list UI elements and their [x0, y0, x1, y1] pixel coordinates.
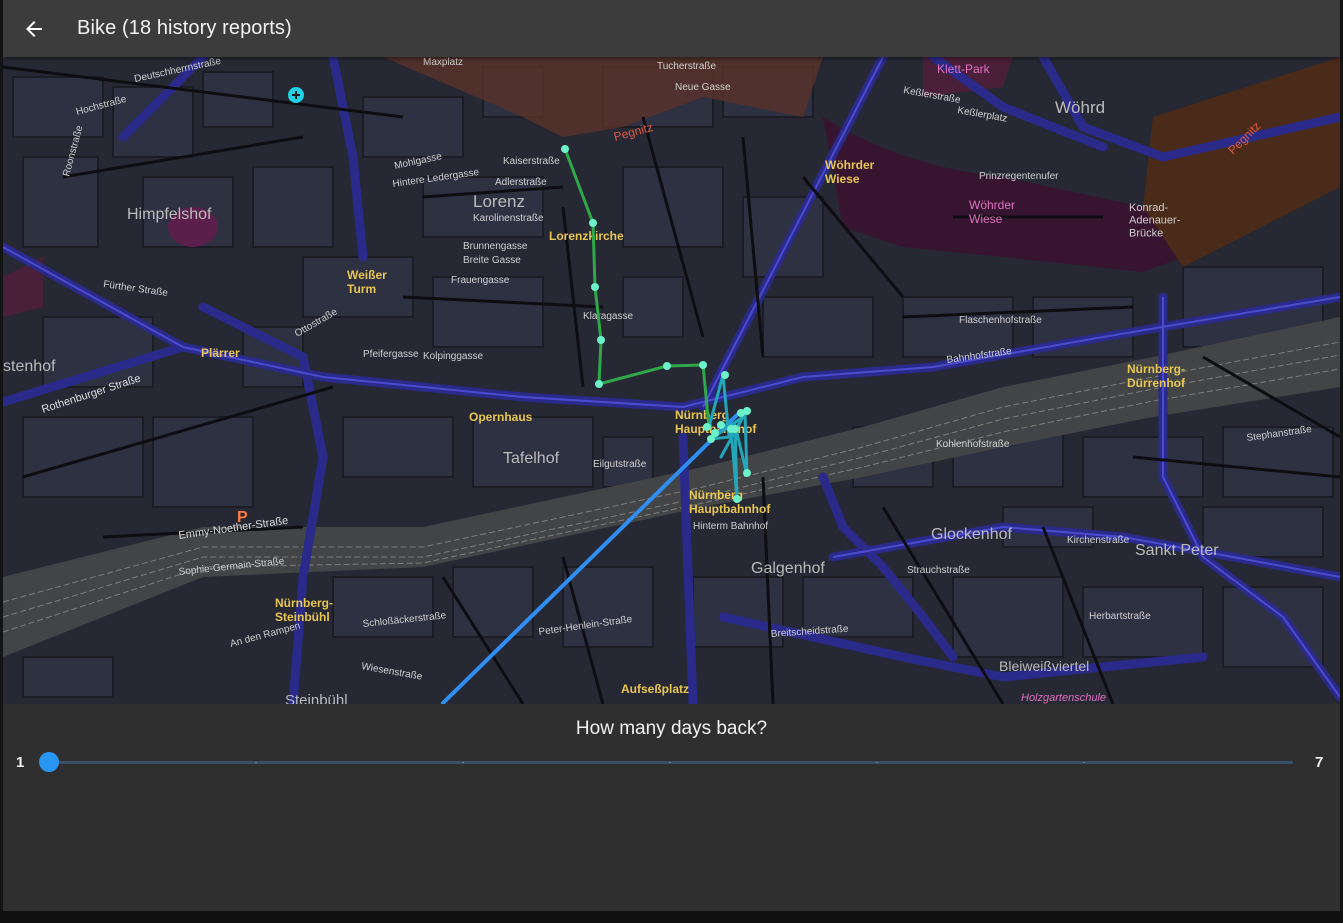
map-label-klettpark: Klett-Park [937, 62, 991, 76]
history-point[interactable] [733, 495, 741, 503]
days-back-slider[interactable] [49, 761, 1293, 764]
map-label-aufsessplatz: Aufseßplatz [621, 682, 689, 696]
map-label-steinbuehl: Steinbühl [285, 692, 348, 704]
history-point[interactable] [589, 219, 597, 227]
background-terminal [0, 911, 1343, 923]
slider-tick [462, 762, 464, 763]
history-point[interactable] [699, 361, 707, 369]
history-point[interactable] [703, 423, 711, 431]
map-label-glockenhof: Glockenhof [931, 526, 1012, 543]
back-button[interactable] [5, 0, 63, 57]
app-window: Bike (18 history reports) Deutschherrnst… [3, 0, 1340, 923]
parking-icon: P [237, 509, 248, 526]
history-point[interactable] [595, 380, 603, 388]
history-point[interactable] [591, 283, 599, 291]
history-point[interactable] [743, 407, 751, 415]
map-label-bleiweissviertel: Bleiweißviertel [999, 658, 1089, 674]
map-label-brunnengasse: Brunnengasse [463, 241, 528, 252]
map-label-maxplatz: Maxplatz [423, 57, 463, 68]
hospital-icon [288, 87, 304, 103]
map-label-neue-gasse: Neue Gasse [675, 82, 731, 93]
history-point[interactable] [711, 429, 719, 437]
app-bar: Bike (18 history reports) [3, 0, 1340, 57]
page-title: Bike (18 history reports) [77, 17, 292, 39]
history-point[interactable] [561, 145, 569, 153]
map-label-sankt-peter: Sankt Peter [1135, 542, 1219, 559]
history-point[interactable] [743, 469, 751, 477]
map-label-nuernberg-duerrenhof: Nürnberg-Dürrenhof [1127, 362, 1186, 390]
map-label-plaerrer: Plärrer [201, 346, 240, 360]
arrow-left-icon [26, 20, 42, 37]
history-point[interactable] [663, 362, 671, 370]
map-label-lorenzkirche: Lorenzkirche [549, 229, 624, 243]
map-label-kirchenstrasse: Kirchenstraße [1067, 535, 1130, 546]
map-label-kolpinggasse: Kolpinggasse [423, 351, 483, 362]
map-label-tafelhof: Tafelhof [503, 450, 560, 467]
slider-max-label: 7 [1315, 754, 1324, 771]
map-label-kaiserstrasse: Kaiserstraße [503, 156, 560, 167]
map-label-kohlenhofstrasse: Kohlenhofstraße [936, 439, 1010, 450]
days-back-question: How many days back? [575, 718, 768, 739]
days-back-panel: How many days back? 1 7 [3, 704, 1340, 923]
slider-tick [876, 762, 878, 763]
slider-tick [669, 762, 671, 763]
slider-thumb[interactable] [39, 752, 59, 772]
history-point[interactable] [727, 425, 735, 433]
map-label-woehrd: Wöhrd [1055, 98, 1105, 117]
map-label-flaschenhofstrasse: Flaschenhofstraße [959, 315, 1042, 326]
map-label-lorenz: Lorenz [473, 192, 525, 211]
map-label-stenhof: stenhof [3, 358, 56, 375]
map-label-breite-gasse: Breite Gasse [463, 255, 521, 266]
map-canvas[interactable]: Deutschherrnstraße Maxplatz Tucherstraße… [3, 57, 1340, 704]
history-point[interactable] [597, 336, 605, 344]
history-point[interactable] [717, 421, 725, 429]
map-label-galgenhof: Galgenhof [751, 560, 825, 577]
map-label-klaragasse: Klaragasse [583, 311, 633, 322]
map-label-nuernberg-steinbuehl: Nürnberg-Steinbühl [275, 596, 333, 624]
map-label-pfeifergasse: Pfeifergasse [363, 349, 419, 360]
slider-tick [1083, 762, 1085, 763]
map-label-frauengasse: Frauengasse [451, 275, 510, 286]
history-point[interactable] [721, 371, 729, 379]
map-label-prinzregentenufer: Prinzregentenufer [979, 171, 1059, 182]
map-label-tucherstrasse: Tucherstraße [657, 61, 717, 72]
map-label-eilgutstrasse: Eilgutstraße [593, 459, 647, 470]
map-label-herbartstrasse: Herbartstraße [1089, 611, 1151, 622]
map-label-karolinenstrasse: Karolinenstraße [473, 213, 544, 224]
map-label-opernhaus: Opernhaus [469, 410, 533, 424]
map-view[interactable]: Deutschherrnstraße Maxplatz Tucherstraße… [3, 57, 1340, 704]
slider-min-label: 1 [16, 754, 25, 771]
map-label-strauchstrasse: Strauchstraße [907, 565, 970, 576]
slider-tick [255, 762, 257, 763]
map-label-adlerstrasse: Adlerstraße [495, 177, 547, 188]
map-label-hinterm-bahnhof: Hinterm Bahnhof [693, 521, 768, 532]
map-label-holzgartenschule: Holzgartenschule [1021, 692, 1106, 704]
map-label-himpfelshof: Himpfelshof [127, 206, 212, 223]
